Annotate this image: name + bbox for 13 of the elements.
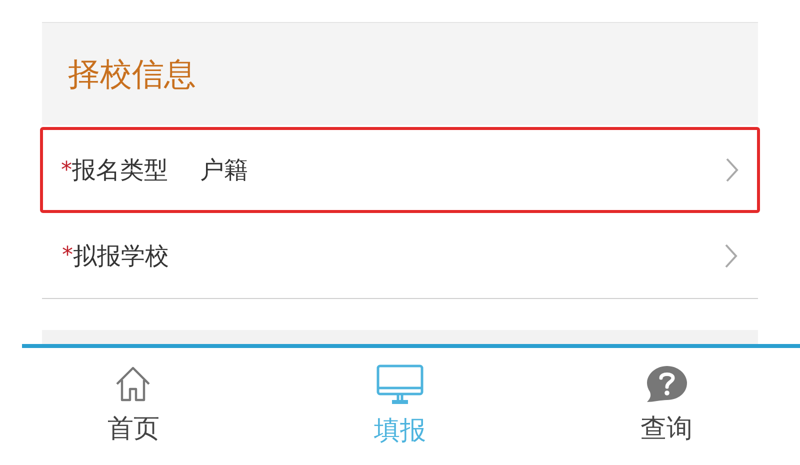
row-label: 报名类型 [72,155,168,186]
form-row[interactable]: *报名类型 户籍 [40,127,760,213]
row-value: 户籍 [200,155,248,186]
required-asterisk: * [61,156,72,184]
row-label: 拟报学校 [73,240,169,272]
monitor-icon [376,364,424,406]
nav-tab[interactable]: 首页 [0,348,267,465]
nav-tab[interactable]: 查询 [533,348,800,465]
chevron-right-icon [724,242,738,268]
section-title: 择校信息 [68,54,196,95]
chevron-right-icon [725,157,739,183]
required-asterisk: * [62,242,73,270]
question-bubble-icon [644,364,689,404]
